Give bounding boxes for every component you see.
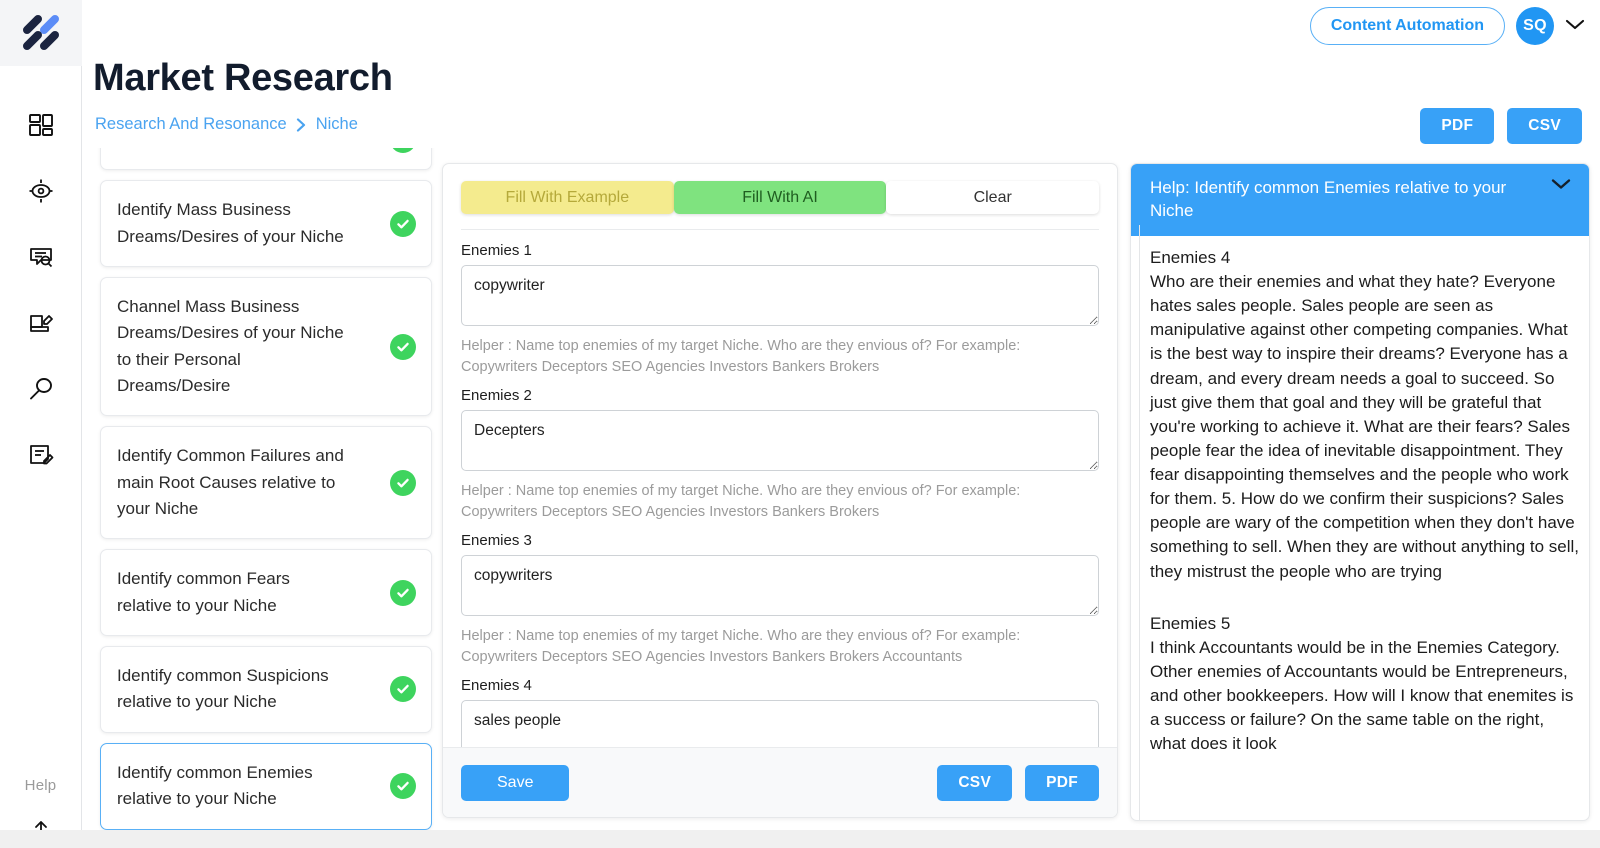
fill-button-row: Fill With Example Fill With AI Clear (443, 164, 1117, 214)
form-field: Enemies 4 (461, 677, 1099, 747)
task-list-item-label: Identify Mass Business Dreams/Desires of… (117, 200, 344, 246)
target-crosshair-icon (27, 177, 55, 205)
help-panel: Help: Identify common Enemies relative t… (1130, 163, 1590, 821)
task-list-item[interactable]: Identify Common Failures and main Root C… (100, 426, 432, 540)
export-csv-button[interactable]: CSV (1507, 108, 1582, 144)
top-bar: Content Automation SQ (82, 0, 1600, 52)
help-section-title: Enemies 5 (1150, 613, 1231, 633)
workspace-label: Content Automation (1330, 17, 1484, 34)
dashboard-grid-icon (27, 111, 55, 139)
chevron-down-icon (1564, 17, 1586, 36)
sidebar-item-dashboard[interactable] (17, 92, 65, 158)
breadcrumb: Research And Resonance Niche (95, 115, 358, 134)
check-circle-icon (390, 210, 416, 237)
task-list-item[interactable]: Identify common Fears relative to your N… (100, 549, 432, 637)
help-panel-body: Enemies 4 Who are their enemies and what … (1131, 236, 1589, 820)
task-list-item-label: Identify Common Failures and main Root C… (117, 446, 344, 519)
task-list-item-label: Channel Mass Business Dreams/Desires of … (117, 297, 344, 396)
form-field-textarea[interactable] (461, 410, 1099, 472)
check-circle-icon (390, 676, 416, 703)
chevron-down-icon[interactable] (1549, 176, 1573, 197)
breadcrumb-parent[interactable]: Research And Resonance (95, 115, 287, 134)
avatar-initials: SQ (1523, 17, 1547, 34)
form-field-helper-text: Helper : Name top enemies of my target N… (461, 483, 1021, 521)
form-field-helper-text: Helper : Name top enemies of my target N… (461, 338, 1021, 376)
form-field-label: Enemies 3 (461, 532, 532, 550)
form-field-textarea[interactable] (461, 555, 1099, 617)
avatar[interactable]: SQ (1516, 7, 1554, 45)
check-circle-icon (390, 579, 416, 606)
form-export-buttons: CSV PDF (937, 764, 1099, 801)
help-section: Enemies 5 I think Accountants would be in… (1150, 612, 1579, 757)
sidebar-item-notes[interactable] (17, 422, 65, 488)
help-body-left-rule (1139, 225, 1140, 820)
page-export-buttons: PDF CSV (1420, 108, 1582, 144)
document-search-icon (27, 243, 55, 271)
task-list-item-label: Identify common Fears relative to your N… (117, 569, 290, 615)
form-fields: Enemies 1 Helper : Name top enemies of my… (443, 230, 1117, 747)
task-list-item-label: Identify common Suspicions relative to y… (117, 666, 329, 712)
breadcrumb-current[interactable]: Niche (316, 115, 358, 134)
task-list-item[interactable]: Identify common Suspicions relative to y… (100, 646, 432, 733)
form-footer: Save CSV PDF (443, 747, 1117, 817)
help-section: Enemies 4 Who are their enemies and what … (1150, 246, 1579, 584)
form-field: Enemies 2 Helper : Name top enemies of my… (461, 387, 1099, 523)
check-circle-icon (390, 333, 416, 360)
document-edit-icon (27, 441, 55, 469)
left-sidebar: Help (0, 0, 82, 848)
form-field-textarea[interactable] (461, 700, 1099, 747)
export-pdf-button[interactable]: PDF (1420, 108, 1495, 144)
task-list-panel[interactable]: Niche Listen To Identify Mass Business Dr… (96, 148, 436, 838)
task-list-item[interactable]: Channel Mass Business Dreams/Desires of … (100, 277, 432, 417)
sidebar-item-research[interactable] (17, 224, 65, 290)
help-section-body: I think Accountants would be in the Enem… (1150, 637, 1574, 754)
form-field: Enemies 1 Helper : Name top enemies of my… (461, 242, 1099, 378)
form-pdf-button[interactable]: PDF (1025, 764, 1099, 801)
form-field-label: Enemies 2 (461, 387, 532, 405)
magnifier-icon (27, 375, 55, 403)
sidebar-help-label: Help (24, 777, 57, 794)
task-list-item[interactable]: Identify Mass Business Dreams/Desires of… (100, 180, 432, 268)
check-circle-icon (390, 773, 416, 800)
task-list-item-label: Identify common Enemies relative to your… (117, 762, 313, 809)
breadcrumb-separator-icon (296, 117, 307, 133)
app-root: Help Content Automation SQ Market Resear… (0, 0, 1600, 848)
clear-button[interactable]: Clear (886, 181, 1100, 214)
task-list: Niche Listen To Identify Mass Business Dr… (96, 148, 436, 830)
board-edit-icon (27, 309, 55, 337)
workspace-selector[interactable]: Content Automation (1309, 7, 1505, 45)
form-field-helper-text: Helper : Name top enemies of my target N… (461, 628, 1021, 666)
page-title: Market Research (93, 57, 393, 99)
sidebar-nav (17, 92, 65, 488)
form-field-label: Enemies 1 (461, 242, 532, 259)
form-csv-button[interactable]: CSV (937, 764, 1013, 801)
fill-with-example-button[interactable]: Fill With Example (461, 181, 674, 214)
check-circle-icon (390, 469, 416, 496)
fill-with-ai-button[interactable]: Fill With AI (673, 181, 887, 214)
form-field-label: Enemies 4 (461, 677, 532, 695)
form-field-textarea[interactable] (461, 265, 1099, 326)
account-menu-toggle[interactable] (1564, 17, 1586, 36)
sidebar-item-board[interactable] (17, 290, 65, 356)
window-bottom-strip (0, 830, 1600, 848)
help-panel-header[interactable]: Help: Identify common Enemies relative t… (1131, 164, 1589, 236)
help-section-title: Enemies 4 (1150, 247, 1231, 267)
task-list-item-label: Niche Listen To (117, 148, 233, 153)
check-circle-icon (390, 148, 416, 154)
sidebar-item-search[interactable] (17, 356, 65, 422)
app-logo[interactable] (0, 0, 82, 66)
task-list-item[interactable]: Niche Listen To (100, 148, 432, 171)
sidebar-item-target[interactable] (17, 158, 65, 224)
form-field: Enemies 3 Helper : Name top enemies of my… (461, 532, 1099, 668)
help-panel-title: Help: Identify common Enemies relative t… (1150, 178, 1507, 221)
help-section-body: Who are their enemies and what they hate… (1150, 272, 1580, 581)
save-button[interactable]: Save (461, 764, 570, 801)
form-panel: Fill With Example Fill With AI Clear Ene… (442, 163, 1118, 818)
task-list-item[interactable]: Identify common Enemies relative to your… (100, 742, 432, 830)
